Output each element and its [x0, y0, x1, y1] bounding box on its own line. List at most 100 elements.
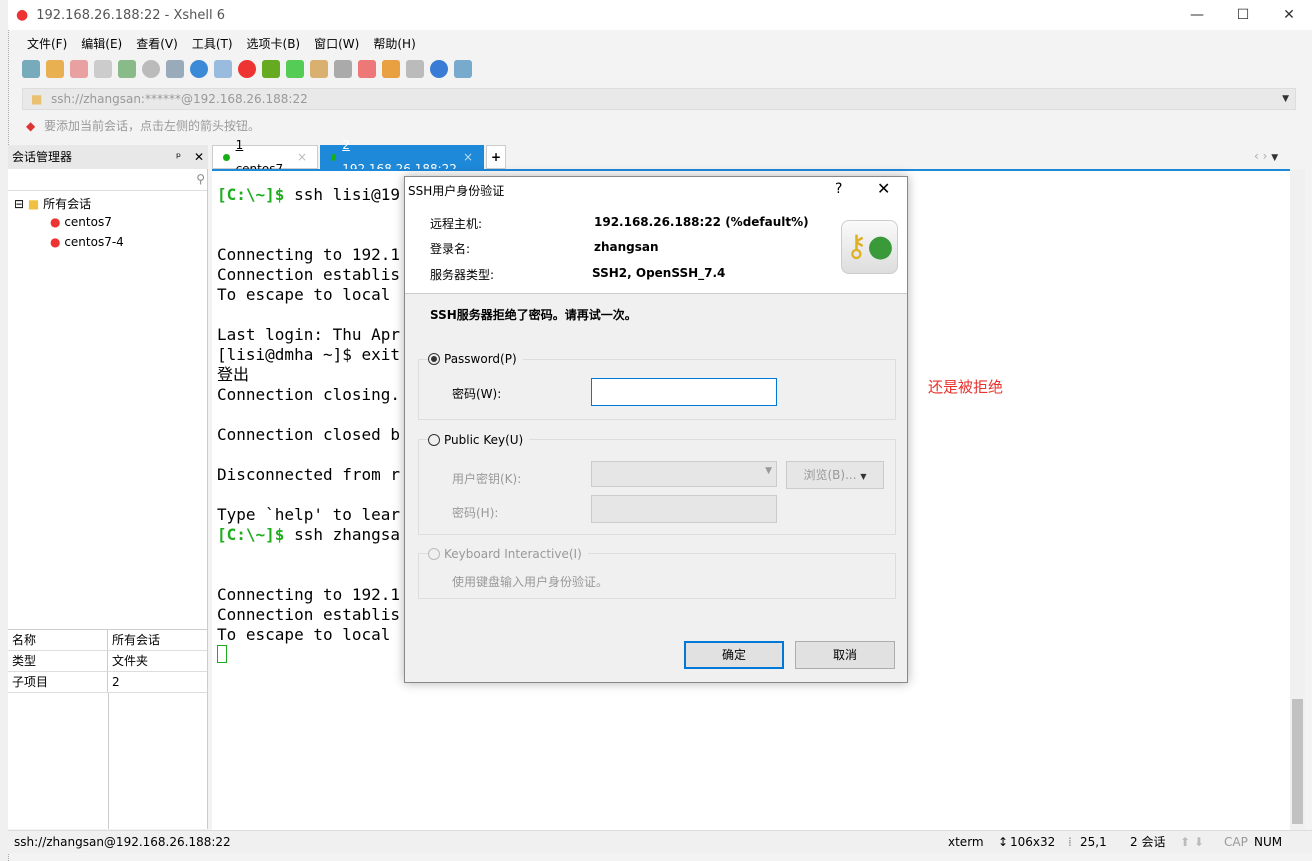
menu-tab[interactable]: 选项卡(B) [240, 32, 308, 55]
status-sessions: 2 会话 [1130, 835, 1166, 849]
search-icon[interactable]: ⚲ [196, 172, 205, 186]
dialog-close-button[interactable]: ✕ [877, 179, 890, 198]
line-text: To escape to local [217, 625, 391, 644]
help-icon[interactable] [430, 60, 448, 78]
layout-icon[interactable] [166, 60, 184, 78]
size-icon: ↕ [998, 835, 1009, 849]
ok-button[interactable]: 确定 [684, 641, 784, 669]
chat-icon[interactable] [454, 60, 472, 78]
pin-icon[interactable]: ᵖ [176, 145, 181, 169]
line-text: Disconnected from r [217, 465, 401, 484]
terminal-scrollbar[interactable] [1290, 169, 1305, 830]
radio-icon [428, 434, 440, 446]
maximize-button[interactable]: ☐ [1220, 0, 1266, 30]
tree-label: 所有会话 [43, 197, 92, 211]
prompt: [C:\~]$ [217, 185, 285, 204]
password-radio[interactable]: Password(P) [428, 352, 523, 366]
radio-label: Password(P) [444, 352, 517, 366]
lock-icon: ■ [31, 92, 43, 106]
radio-label: Keyboard Interactive(I) [444, 547, 582, 561]
status-cursor: 25,1 [1080, 835, 1107, 849]
line-text: Connection closed b [217, 425, 401, 444]
keyboard-interactive-radio[interactable]: Keyboard Interactive(I) [428, 547, 588, 561]
connect-icon[interactable] [70, 60, 88, 78]
status-dot [223, 153, 230, 161]
tab-close-icon[interactable]: × [297, 145, 307, 169]
radio-icon [428, 353, 440, 365]
value-remote-host: 192.168.26.188:22 (%default%) [594, 215, 809, 229]
prop-key: 名称 [8, 630, 108, 650]
menu-view[interactable]: 查看(V) [129, 32, 185, 55]
status-size: 106x32 [1010, 835, 1056, 849]
error-message: SSH服务器拒绝了密码。请再试一次。 [430, 308, 637, 322]
tab-nav[interactable]: ‹ › ▼ [1254, 149, 1278, 163]
status-cap: CAP [1224, 835, 1248, 849]
prop-value: 所有会话 [112, 633, 161, 647]
tree-item-session[interactable]: ● centos7-4 [50, 235, 124, 249]
session-manager-header: 会话管理器 ᵖ ✕ [8, 145, 208, 169]
lock-icon[interactable] [310, 60, 328, 78]
browse-button[interactable]: 浏览(B)... ▼ [786, 461, 884, 489]
line-text: 登出 [217, 365, 250, 384]
ssh-auth-dialog: SSH用户身份验证 ? ✕ 远程主机: 登录名: 服务器类型: 192.168.… [404, 176, 908, 683]
menu-edit[interactable]: 编辑(E) [74, 32, 129, 55]
annotation-text: 还是被拒绝 [928, 378, 1004, 396]
password-input[interactable] [591, 378, 777, 406]
line-text: To escape to local [217, 285, 391, 304]
close-panel-icon[interactable]: ✕ [194, 145, 204, 169]
open-folder-icon[interactable] [46, 60, 64, 78]
collapse-icon[interactable]: ⊟ [14, 197, 24, 211]
user-key-select[interactable]: ▼ [591, 461, 777, 487]
line-text: ssh zhangsa [284, 525, 401, 544]
column-divider [108, 693, 109, 829]
minimize-button[interactable]: — [1174, 0, 1220, 30]
line-text: Connecting to 192.1 [217, 585, 401, 604]
properties-icon[interactable] [118, 60, 136, 78]
table-row: 名称 所有会话 [8, 630, 207, 651]
close-button[interactable]: ✕ [1266, 0, 1312, 30]
tree-item-all-sessions[interactable]: ⊟ ■ 所有会话 [14, 195, 91, 212]
chevron-down-icon[interactable]: ▼ [1282, 89, 1289, 109]
find-icon[interactable] [142, 60, 160, 78]
highlight-icon[interactable] [358, 60, 376, 78]
menu-window[interactable]: 窗口(W) [307, 32, 366, 55]
scroll-thumb[interactable] [1292, 699, 1303, 824]
disconnect-icon[interactable] [94, 60, 112, 78]
line-text: Type `help' to lear [217, 505, 401, 524]
xshell-icon[interactable] [238, 60, 256, 78]
session-search[interactable]: ⚲ [8, 171, 207, 191]
prop-value: 文件夹 [112, 654, 149, 668]
label-remote-host: 远程主机: [430, 217, 483, 231]
globe-icon[interactable] [190, 60, 208, 78]
menu-help[interactable]: 帮助(H) [366, 32, 422, 55]
fullscreen-icon[interactable] [286, 60, 304, 78]
tree-item-session[interactable]: ● centos7 [50, 215, 112, 229]
font-icon[interactable] [214, 60, 232, 78]
label-login: 登录名: [430, 242, 471, 256]
tab-close-icon[interactable]: × [463, 145, 473, 169]
title-bar: ● 192.168.26.188:22 - Xshell 6 — ☐ ✕ [8, 0, 1312, 30]
window-layout-icon[interactable] [406, 60, 424, 78]
tab-centos7[interactable]: 1 centos7× [212, 138, 318, 176]
cancel-button[interactable]: 取消 [795, 641, 895, 669]
keyboard-interactive-desc: 使用键盘输入用户身份验证。 [452, 575, 609, 589]
xftp-icon[interactable] [262, 60, 280, 78]
key-user-icon: ⚷● [841, 220, 898, 274]
key-password-input[interactable] [591, 495, 777, 523]
new-session-icon[interactable] [22, 60, 40, 78]
menu-tools[interactable]: 工具(T) [185, 32, 240, 55]
new-folder-icon[interactable] [382, 60, 400, 78]
terminal-cursor [217, 645, 227, 663]
menu-file[interactable]: 文件(F) [20, 32, 74, 55]
dialog-title: SSH用户身份验证 [408, 184, 505, 198]
session-nav-arrows-icon[interactable]: ⬆ ⬇ [1180, 831, 1204, 853]
line-text: [lisi@dmha ~]$ exit [217, 345, 401, 364]
add-session-arrow-icon[interactable]: ◆ [26, 116, 35, 136]
keyboard-icon[interactable] [334, 60, 352, 78]
public-key-radio[interactable]: Public Key(U) [428, 433, 530, 447]
tab-192-168-26-188[interactable]: 2 192.168.26.188:22× [320, 138, 484, 176]
prop-key: 子项目 [8, 672, 108, 692]
new-tab-button[interactable]: + [486, 145, 507, 169]
dialog-help-button[interactable]: ? [835, 181, 842, 197]
address-bar[interactable]: ■ ssh://zhangsan:******@192.168.26.188:2… [22, 88, 1296, 110]
